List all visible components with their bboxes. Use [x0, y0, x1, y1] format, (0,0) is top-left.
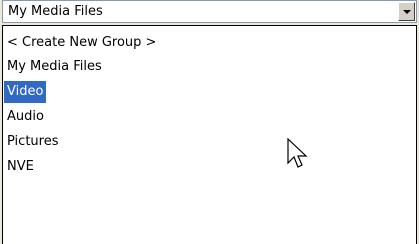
mouse-pointer-icon — [287, 138, 308, 168]
dropdown-arrow-button[interactable] — [398, 2, 415, 21]
list-item-pictures[interactable]: Pictures — [4, 131, 61, 153]
media-group-selector: My Media Files < Create New Group > My M… — [0, 0, 419, 244]
dropdown-list: < Create New Group > My Media Files Vide… — [2, 25, 417, 244]
list-item-audio[interactable]: Audio — [4, 106, 47, 128]
list-item-video[interactable]: Video — [4, 81, 47, 103]
group-combobox[interactable]: My Media Files — [2, 0, 417, 23]
combobox-selected-value: My Media Files — [8, 4, 103, 19]
list-item-my-media-files[interactable]: My Media Files — [4, 56, 105, 78]
list-item-create-new-group[interactable]: < Create New Group > — [4, 32, 159, 54]
list-item-nve[interactable]: NVE — [4, 156, 37, 178]
